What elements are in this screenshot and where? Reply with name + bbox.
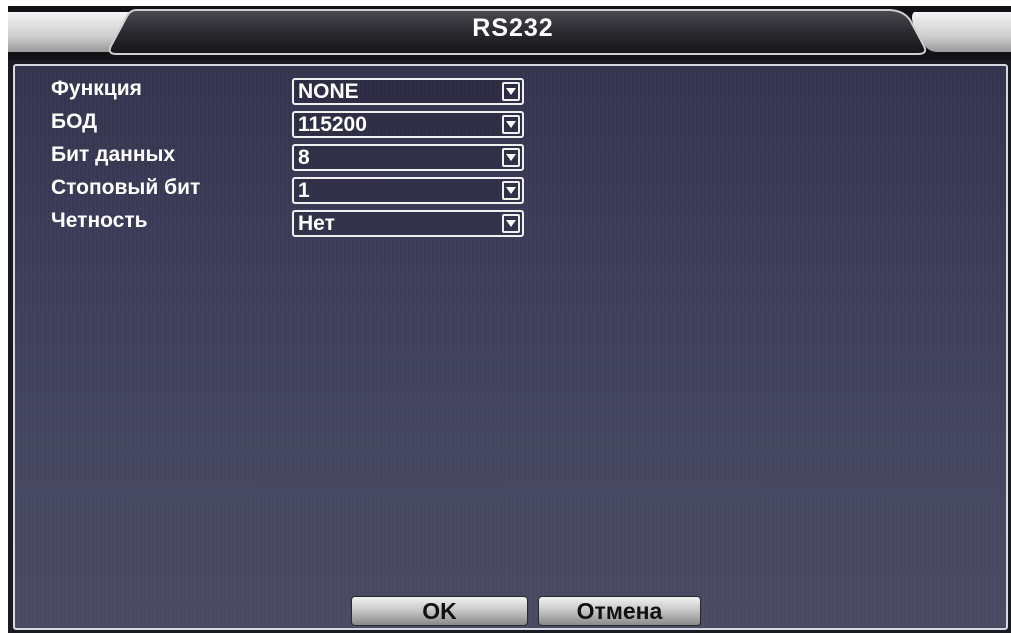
form-row-parity: Четность Нет [15, 208, 615, 238]
baud-value: 115200 [298, 113, 367, 136]
parity-value: Нет [298, 212, 335, 235]
form-row-data-bits: Бит данных 8 [15, 142, 615, 172]
form-row-function: Функция NONE [15, 76, 615, 106]
chevron-down-icon[interactable] [502, 181, 520, 200]
parity-select[interactable]: Нет [292, 210, 524, 237]
parity-label: Четность [51, 209, 148, 232]
baud-select[interactable]: 115200 [292, 111, 524, 138]
function-label: Функция [51, 77, 142, 100]
window-title: RS232 [472, 14, 554, 42]
chevron-down-icon[interactable] [502, 148, 520, 167]
chevron-down-icon[interactable] [502, 214, 520, 233]
baud-label: БОД [51, 110, 98, 133]
function-select[interactable]: NONE [292, 78, 524, 105]
data-bits-value: 8 [298, 146, 310, 169]
form-row-stop-bits: Стоповый бит 1 [15, 175, 615, 205]
cancel-button[interactable]: Отмена [538, 596, 701, 626]
function-value: NONE [298, 80, 359, 103]
data-bits-select[interactable]: 8 [292, 144, 524, 171]
settings-panel: Функция NONE БОД 115200 Бит данных 8 Сто… [13, 64, 1008, 630]
title-bar: RS232 [8, 6, 1011, 60]
chevron-down-icon[interactable] [502, 82, 520, 101]
chevron-down-icon[interactable] [502, 115, 520, 134]
rs232-dialog: RS232 Функция NONE БОД 115200 Бит данных [8, 6, 1011, 633]
stop-bits-value: 1 [298, 179, 310, 202]
data-bits-label: Бит данных [51, 143, 176, 166]
stop-bits-label: Стоповый бит [51, 176, 201, 199]
form-row-baud: БОД 115200 [15, 109, 615, 139]
stop-bits-select[interactable]: 1 [292, 177, 524, 204]
ok-button[interactable]: OK [351, 596, 528, 626]
